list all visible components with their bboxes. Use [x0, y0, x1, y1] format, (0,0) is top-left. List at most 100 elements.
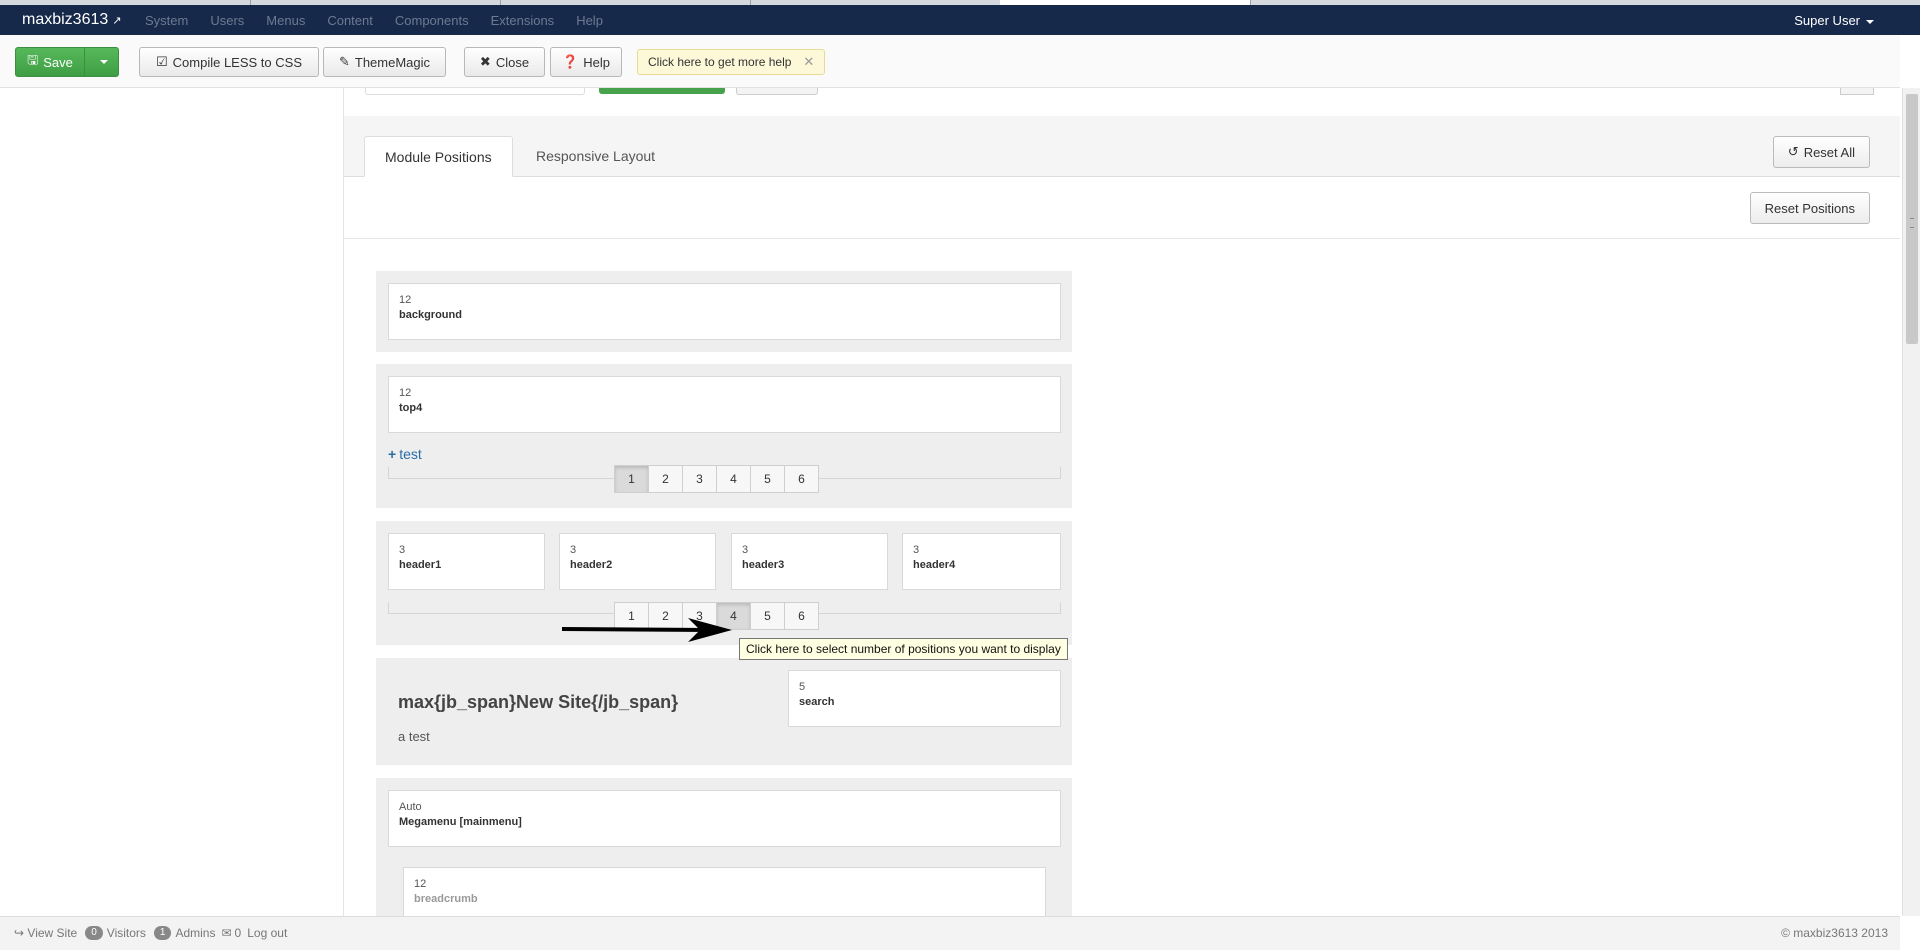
position-count-selector: 1 2 3 4 5 6 [614, 465, 819, 493]
question-icon: ❓ [562, 54, 579, 69]
save-dropdown-toggle[interactable] [90, 48, 118, 76]
count-option-5[interactable]: 5 [750, 465, 785, 493]
close-icon: ✖ [479, 54, 491, 69]
view-site-link[interactable]: ↪ View Site [14, 926, 77, 940]
menu-components[interactable]: Components [395, 13, 469, 28]
position-width: 3 [570, 544, 577, 556]
messages-count[interactable]: 0 [235, 926, 242, 940]
layout-row-background: 12 background [376, 271, 1072, 352]
count-option-6[interactable]: 6 [784, 602, 819, 630]
reset-all-button[interactable]: ↺ Reset All [1772, 136, 1870, 168]
position-block[interactable]: 3 header1 [388, 533, 545, 590]
admin-navbar: maxbiz3613 ↗ System Users Menus Content C… [0, 5, 1920, 35]
logout-link[interactable]: Log out [247, 926, 287, 940]
position-block[interactable]: 12 top4 [388, 376, 1061, 433]
help-button[interactable]: ❓ Help [550, 47, 622, 77]
admins-badge: 1 [153, 926, 172, 940]
count-option-1[interactable]: 1 [614, 465, 649, 493]
plus-icon: + [388, 446, 397, 462]
thememagic-label: ThemeMagic [354, 54, 431, 70]
help-label: Help [583, 54, 610, 70]
scrollbar-thumb[interactable] [1906, 94, 1918, 344]
menu-help[interactable]: Help [576, 13, 603, 28]
save-button[interactable]: 🖫 Save [16, 48, 86, 76]
position-width: 3 [913, 544, 920, 556]
caret-down-icon [100, 60, 109, 64]
position-width: 12 [414, 878, 427, 890]
position-block[interactable]: 3 header4 [902, 533, 1061, 590]
save-button-group: 🖫 Save [15, 47, 119, 77]
position-block[interactable]: 12 background [388, 283, 1061, 340]
menu-menus[interactable]: Menus [266, 13, 305, 28]
position-name: Megamenu [mainmenu] [399, 816, 522, 828]
site-brand-link[interactable]: maxbiz3613 ↗ [22, 11, 122, 29]
position-name: header3 [742, 559, 785, 571]
grip-icon [1910, 218, 1914, 228]
position-name: header2 [570, 559, 613, 571]
tooltip: Click here to select number of positions… [739, 638, 1068, 660]
position-width: 12 [399, 294, 412, 306]
position-block[interactable]: 3 header3 [731, 533, 888, 590]
view-site-label: View Site [27, 926, 78, 940]
tab-module-positions[interactable]: Module Positions [364, 136, 513, 177]
page-scrollbar[interactable] [1902, 88, 1920, 916]
position-name: search [799, 696, 835, 708]
reset-positions-bar: Reset Positions [344, 177, 1900, 239]
count-option-4[interactable]: 4 [716, 465, 751, 493]
visitors-badge: 0 [85, 926, 103, 940]
layout-row-logo: max{jb_span}New Site{/jb_span} a test 5 … [376, 658, 1072, 765]
position-block[interactable]: 3 header2 [559, 533, 716, 590]
help-tip-popup[interactable]: Click here to get more help ✕ [637, 49, 826, 75]
menu-extensions[interactable]: Extensions [491, 13, 555, 28]
status-footer: ↪ View Site 0 Visitors 1 Admins ✉ 0 Log ou… [0, 916, 1900, 950]
position-width: 5 [799, 681, 806, 693]
save-icon: 🖫 [27, 52, 39, 67]
magic-wand-icon: ✎ [338, 54, 350, 69]
green-button-partial[interactable] [599, 88, 725, 94]
select-field-partial[interactable] [365, 88, 585, 95]
menu-content[interactable]: Content [327, 13, 373, 28]
share-icon: ↪ [14, 926, 25, 940]
position-width: 12 [399, 387, 412, 399]
count-option-5[interactable]: 5 [750, 602, 785, 630]
thememagic-button[interactable]: ✎ ThemeMagic [323, 47, 446, 77]
add-position-link[interactable]: + test [388, 446, 422, 462]
position-width: Auto [399, 801, 422, 813]
button-partial[interactable] [1840, 88, 1874, 95]
logout-label: Log out [247, 926, 288, 940]
annotation-arrow [561, 618, 732, 642]
button-partial[interactable] [736, 88, 818, 95]
toolbar: 🖫 Save ☑ Compile LESS to CSS ✎ ThemeMagi… [0, 35, 1900, 88]
position-block[interactable]: Auto Megamenu [mainmenu] [388, 790, 1061, 847]
logo-subtitle: a test [398, 729, 430, 744]
checkbox-icon: ☑ [156, 54, 168, 69]
dismiss-icon[interactable]: ✕ [803, 54, 814, 70]
count-option-3[interactable]: 3 [682, 465, 717, 493]
reset-all-label: Reset All [1803, 144, 1855, 160]
position-name: breadcrumb [414, 893, 478, 905]
position-name: top4 [399, 402, 423, 414]
external-link-icon: ↗ [112, 15, 122, 27]
reset-positions-button[interactable]: Reset Positions [1749, 192, 1870, 224]
layout-tabbar: Module Positions Responsive Layout ↺ Res… [344, 116, 1900, 177]
position-width: 3 [742, 544, 749, 556]
left-panel [0, 88, 344, 916]
caret-down-icon [1866, 19, 1874, 24]
close-button[interactable]: ✖ Close [464, 47, 545, 77]
add-position-label: test [399, 446, 422, 462]
menu-users[interactable]: Users [210, 13, 244, 28]
user-name: Super User [1794, 13, 1860, 28]
compile-less-label: Compile LESS to CSS [172, 54, 302, 70]
layout-row-menu: Auto Megamenu [mainmenu] 12 breadcrumb [376, 778, 1072, 924]
menu-system[interactable]: System [145, 13, 188, 28]
count-option-6[interactable]: 6 [784, 465, 819, 493]
position-block[interactable]: 5 search [788, 670, 1061, 727]
count-option-2[interactable]: 2 [648, 465, 683, 493]
save-label: Save [43, 54, 73, 70]
main-menu: System Users Menus Content Components Ex… [145, 13, 625, 28]
user-menu[interactable]: Super User [1794, 13, 1874, 28]
tab-responsive-layout[interactable]: Responsive Layout [516, 136, 675, 176]
position-name: header1 [399, 559, 442, 571]
position-width: 3 [399, 544, 406, 556]
compile-less-button[interactable]: ☑ Compile LESS to CSS [139, 47, 319, 77]
